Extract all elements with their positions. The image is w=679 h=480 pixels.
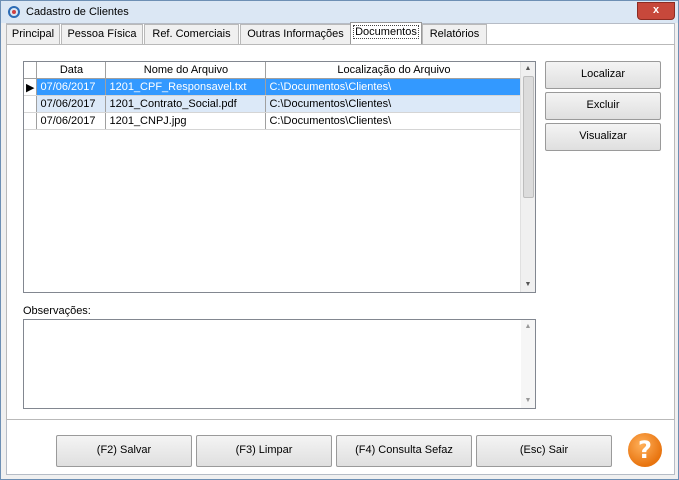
consulta-sefaz-button[interactable]: (F4) Consulta Sefaz (336, 435, 472, 467)
tab-relatorios[interactable]: Relatórios (422, 24, 487, 44)
cell-nome[interactable]: 1201_CPF_Responsavel.txt (105, 78, 267, 96)
salvar-button[interactable]: (F2) Salvar (56, 435, 192, 467)
scroll-down-icon[interactable]: ▼ (521, 278, 535, 292)
grid-header: Data Nome do Arquivo Localização do Arqu… (24, 62, 523, 79)
cell-data[interactable]: 07/06/2017 (36, 112, 107, 130)
cell-localizacao[interactable]: C:\Documentos\Clientes\ (265, 95, 523, 113)
tab-pessoa-fisica[interactable]: Pessoa Física (61, 24, 143, 44)
app-window: Cadastro de Clientes x Principal Pessoa … (0, 0, 679, 480)
window-title: Cadastro de Clientes (26, 6, 129, 18)
observacoes-field[interactable]: ▲ ▼ (23, 319, 536, 409)
table-row[interactable]: 07/06/2017 1201_Contrato_Social.pdf C:\D… (24, 95, 523, 113)
close-icon: x (652, 4, 660, 16)
tab-principal[interactable]: Principal (6, 24, 60, 44)
scroll-up-icon[interactable]: ▲ (521, 320, 535, 334)
limpar-button[interactable]: (F3) Limpar (196, 435, 332, 467)
sair-button[interactable]: (Esc) Sair (476, 435, 612, 467)
scroll-up-icon[interactable]: ▲ (521, 62, 535, 76)
tab-documentos[interactable]: Documentos (350, 22, 422, 45)
cell-nome[interactable]: 1201_Contrato_Social.pdf (105, 95, 267, 113)
table-row[interactable]: 07/06/2017 1201_CNPJ.jpg C:\Documentos\C… (24, 112, 523, 130)
cell-data[interactable]: 07/06/2017 (36, 78, 107, 96)
tab-outras-informacoes[interactable]: Outras Informações (240, 24, 351, 44)
visualizar-button[interactable]: Visualizar (545, 123, 661, 151)
title-bar[interactable]: Cadastro de Clientes x (1, 1, 678, 23)
current-row-indicator-icon: ▶ (24, 78, 38, 96)
observacoes-scrollbar[interactable]: ▲ ▼ (521, 320, 535, 408)
close-button[interactable]: x (637, 2, 675, 20)
observacoes-label: Observações: (23, 305, 91, 317)
column-header-localizacao[interactable]: Localização do Arquivo (265, 62, 523, 79)
scroll-thumb[interactable] (523, 76, 534, 198)
excluir-button[interactable]: Excluir (545, 92, 661, 120)
cell-nome[interactable]: 1201_CNPJ.jpg (105, 112, 267, 130)
help-icon[interactable]: ? (628, 433, 662, 467)
app-icon (8, 6, 20, 18)
row-indicator-header (24, 62, 38, 79)
grid-scrollbar[interactable]: ▲ ▼ (520, 62, 535, 292)
scroll-down-icon[interactable]: ▼ (521, 394, 535, 408)
cell-localizacao[interactable]: C:\Documentos\Clientes\ (265, 78, 523, 96)
localizar-button[interactable]: Localizar (545, 61, 661, 89)
table-row[interactable]: ▶ 07/06/2017 1201_CPF_Responsavel.txt C:… (24, 78, 523, 96)
column-header-nome[interactable]: Nome do Arquivo (105, 62, 267, 79)
documents-grid[interactable]: Data Nome do Arquivo Localização do Arqu… (23, 61, 536, 293)
row-indicator (24, 112, 38, 130)
row-indicator (24, 95, 38, 113)
cell-data[interactable]: 07/06/2017 (36, 95, 107, 113)
tab-ref-comerciais[interactable]: Ref. Comerciais (144, 24, 239, 44)
cell-localizacao[interactable]: C:\Documentos\Clientes\ (265, 112, 523, 130)
column-header-data[interactable]: Data (36, 62, 107, 79)
